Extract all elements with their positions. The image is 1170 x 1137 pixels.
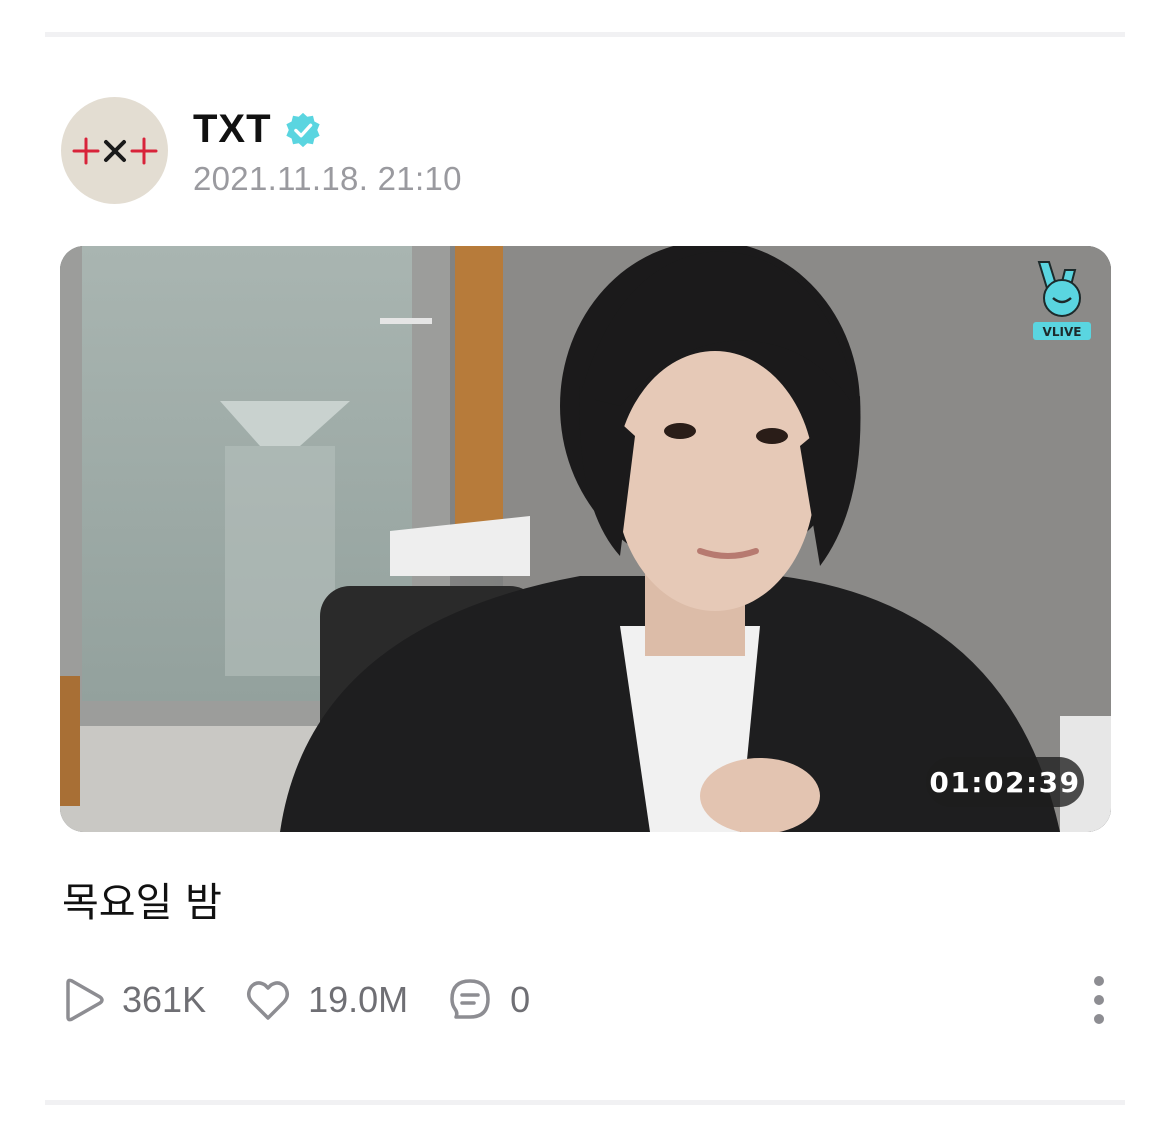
more-vertical-icon[interactable]: [1086, 975, 1112, 1025]
play-count-value: 361K: [122, 979, 207, 1020]
bottom-divider: [45, 1100, 1125, 1105]
vlive-logo-icon: VLIVE: [1033, 261, 1091, 340]
post-stats: 361K 19.0M 0: [62, 972, 568, 1028]
top-divider: [45, 32, 1125, 37]
verified-badge-icon: [285, 112, 320, 147]
play-icon: [66, 978, 104, 1022]
comment-count[interactable]: 0: [446, 976, 530, 1024]
video-thumbnail[interactable]: VLIVE 01:02:39: [60, 246, 1111, 832]
play-count: 361K: [62, 976, 206, 1024]
comment-icon[interactable]: [446, 976, 494, 1024]
post-header: TXT 2021.11.18. 21:10: [61, 97, 462, 204]
author-avatar[interactable]: [61, 97, 168, 204]
post-date: 2021.11.18. 21:10: [193, 159, 462, 197]
vlive-watermark-text: VLIVE: [1043, 325, 1082, 339]
post-title[interactable]: 목요일 밤: [62, 870, 222, 928]
comment-count-value: 0: [510, 979, 531, 1020]
author-info: TXT 2021.11.18. 21:10: [193, 104, 462, 198]
heart-icon[interactable]: [244, 976, 292, 1024]
video-duration-badge: 01:02:39: [926, 757, 1084, 807]
author-name[interactable]: TXT: [193, 107, 272, 152]
like-count-value: 19.0M: [308, 979, 409, 1020]
like-count[interactable]: 19.0M: [244, 976, 408, 1024]
txt-logo-icon: [72, 137, 157, 164]
video-frame-image: [60, 246, 1111, 832]
